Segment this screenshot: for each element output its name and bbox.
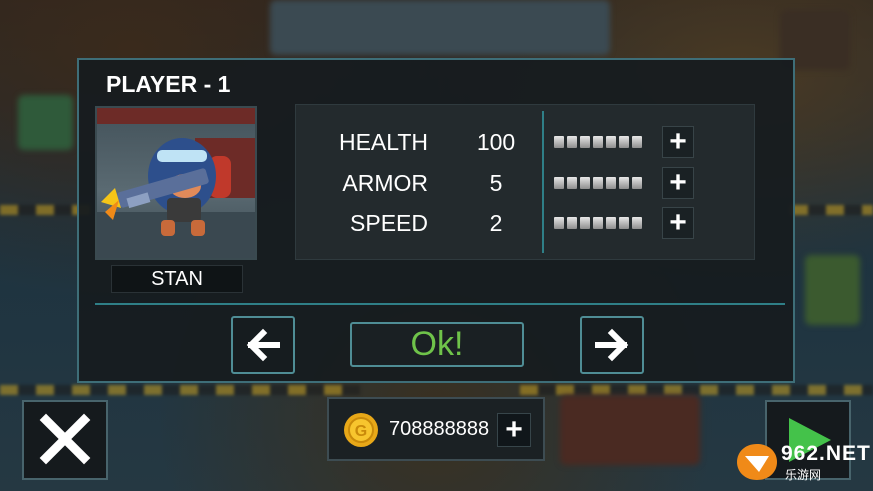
close-icon <box>39 413 91 465</box>
currency-box: G 708888888 + <box>327 397 545 461</box>
stat-label: SPEED <box>350 210 428 236</box>
svg-text:G: G <box>355 423 367 440</box>
arrow-right-icon <box>595 328 629 362</box>
upgrade-pips <box>554 217 642 229</box>
stat-row-health: HEALTH 100 + <box>296 125 756 159</box>
close-button[interactable] <box>22 400 108 480</box>
site-watermark: 962.NET 乐游网 <box>735 440 870 486</box>
add-coins-button[interactable]: + <box>497 413 531 447</box>
stat-label: HEALTH <box>338 129 428 155</box>
character-portrait <box>95 106 257 260</box>
stats-box: HEALTH 100 + ARMOR 5 + SPEED 2 + <box>295 104 755 260</box>
player-panel: PLAYER - 1 STAN HEALTH 100 + ARMOR 5 + S… <box>77 58 795 383</box>
upgrade-armor-button[interactable]: + <box>662 167 694 199</box>
upgrade-pips <box>554 177 642 189</box>
player-title: PLAYER - 1 <box>106 71 231 97</box>
ok-button[interactable]: Ok! <box>350 322 524 367</box>
coin-amount: 708888888 <box>389 418 490 440</box>
gold-coin-icon: G <box>344 413 378 447</box>
upgrade-speed-button[interactable]: + <box>662 207 694 239</box>
stat-value: 100 <box>476 129 516 155</box>
next-character-button[interactable] <box>580 316 644 374</box>
previous-character-button[interactable] <box>231 316 295 374</box>
stat-value: 5 <box>489 170 503 196</box>
watermark-logo-icon <box>737 444 777 480</box>
upgrade-health-button[interactable]: + <box>662 126 694 158</box>
upgrade-pips <box>554 136 642 148</box>
watermark-subtext: 乐游网 <box>785 468 822 482</box>
watermark-text: 962.NET <box>781 442 871 465</box>
stat-value: 2 <box>489 210 503 236</box>
character-name: STAN <box>111 265 243 293</box>
stat-label: ARMOR <box>342 170 428 196</box>
stat-row-speed: SPEED 2 + <box>296 206 756 240</box>
stat-row-armor: ARMOR 5 + <box>296 166 756 200</box>
divider <box>95 303 785 305</box>
arrow-left-icon <box>246 328 280 362</box>
